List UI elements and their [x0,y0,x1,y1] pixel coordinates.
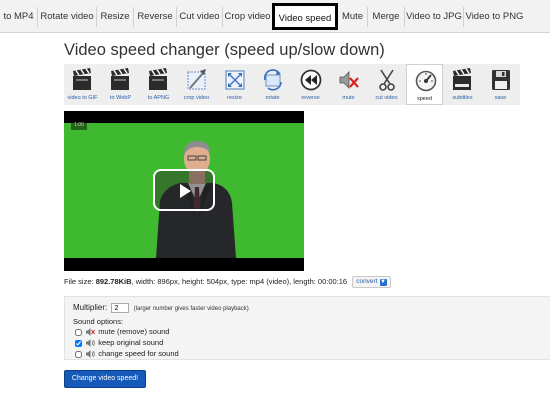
tab-mute[interactable]: Mute [338,7,367,27]
rewind-icon [300,69,322,91]
clapper-icon [453,68,471,90]
sound-option-label: mute (remove) sound [98,327,170,336]
tab-crop-video[interactable]: Crop video [222,7,272,27]
play-icon [180,184,191,198]
tab-video-to-jpg[interactable]: Video to JPG [404,7,463,27]
tool-tab-bar: to MP4 Rotate video Resize Reverse Cut v… [0,0,550,33]
multiplier-label: Multiplier: [73,303,108,313]
multiplier-row: Multiplier: (larger number gives faster … [73,303,249,313]
tab-merge[interactable]: Merge [367,7,404,27]
speaker-muted-icon [86,328,95,337]
sound-option-label: change speed for sound [98,349,179,358]
tab-video-to-png[interactable]: Video to PNG [463,7,525,27]
scissors-icon [379,69,395,91]
tool-label: save [494,95,507,101]
speedometer-icon [415,70,437,92]
clapper-icon [149,68,167,90]
tool-save[interactable]: save [482,64,519,105]
change-speed-button[interactable]: Change video speed! [64,370,146,388]
file-info-prefix: File size: [64,276,96,286]
mute-icon [339,71,359,89]
speaker-icon [86,350,95,359]
play-button[interactable] [153,169,215,211]
video-player[interactable]: 1:00 [64,111,304,271]
tool-strip: video to GIF to WebP to APNG crop video [64,64,520,105]
download-arrow-icon: ▼ [379,279,387,286]
clapper-icon [73,68,91,90]
file-info: File size: 892.78KiB, width: 896px, heig… [64,276,391,288]
sound-option-change-speed[interactable]: change speed for sound [75,349,179,359]
tab-video-speed[interactable]: Video speed [272,3,338,30]
page-title: Video speed changer (speed up/slow down) [64,41,385,59]
tab-to-mp4[interactable]: to MP4 [0,7,37,27]
file-size: 892.78KiB [95,276,132,286]
file-info-details: , width: 896px, height: 504px, type: mp4… [131,276,348,286]
tab-resize[interactable]: Resize [96,7,133,27]
resize-icon [225,70,245,90]
convert-button[interactable]: convert ▼ [352,276,391,288]
mute-sound-checkbox[interactable] [75,328,82,336]
sound-option-label: keep original sound [98,338,164,347]
speaker-icon [86,339,95,348]
tab-reverse[interactable]: Reverse [133,7,176,27]
sound-option-mute[interactable]: mute (remove) sound [75,327,170,337]
sound-options-label: Sound options: [73,317,124,326]
tab-rotate-video[interactable]: Rotate video [37,7,96,27]
tool-cut-video[interactable]: cut video [368,64,405,105]
tab-cut-video[interactable]: Cut video [176,7,222,27]
keep-sound-checkbox[interactable] [75,339,82,347]
multiplier-input[interactable] [111,303,130,313]
multiplier-hint: (larger number gives faster video playba… [133,306,249,313]
crop-icon [187,69,206,90]
rotate-icon [263,69,282,91]
time-tag: 1:00 [71,121,87,130]
clapper-icon [111,68,129,90]
floppy-icon [492,70,510,90]
sound-option-keep[interactable]: keep original sound [75,338,164,348]
convert-label: convert [356,278,378,285]
change-speed-sound-checkbox[interactable] [75,350,82,358]
options-panel: Multiplier: (larger number gives faster … [64,296,550,360]
